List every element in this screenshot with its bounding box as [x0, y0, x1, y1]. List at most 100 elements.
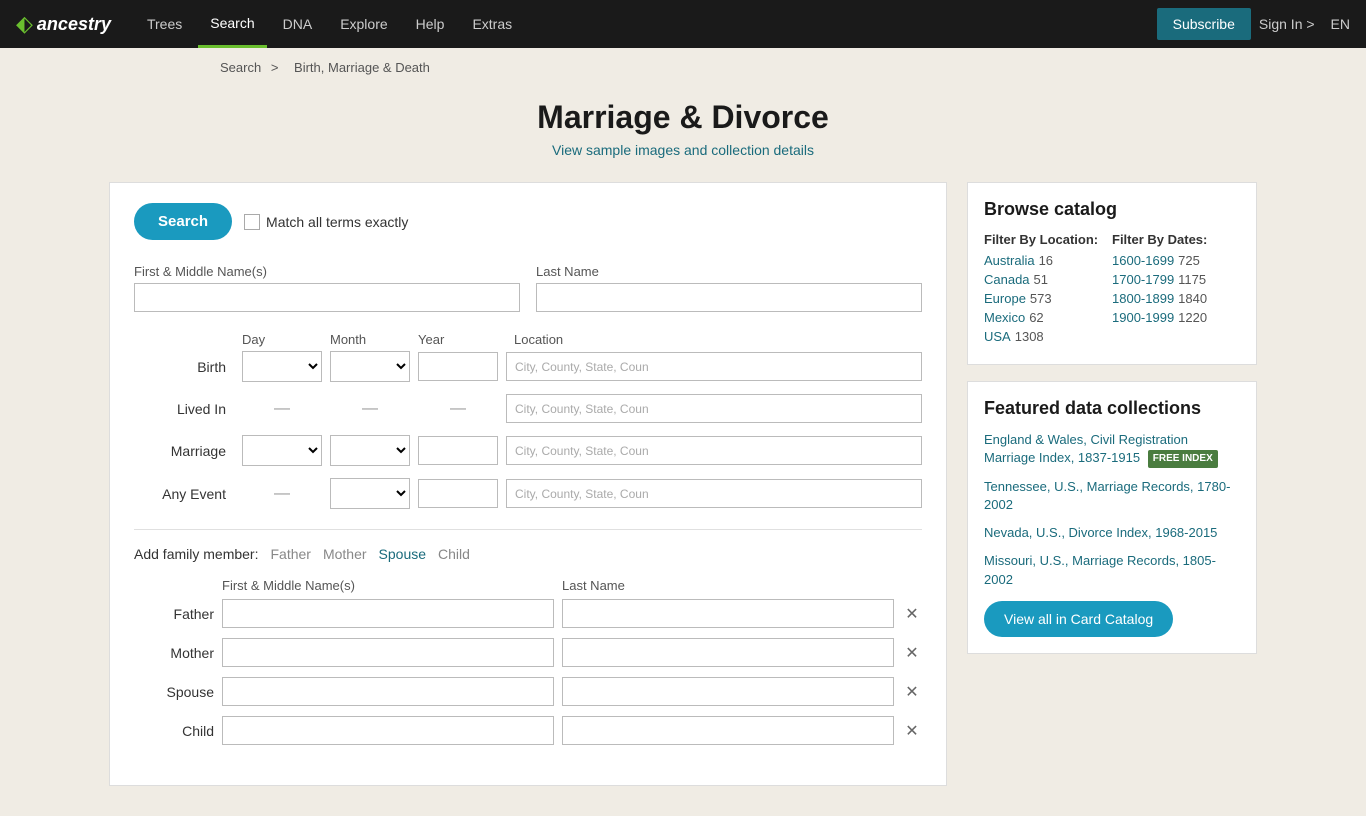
catalog-title: Browse catalog — [984, 199, 1240, 220]
any-event-location-input[interactable] — [506, 479, 922, 508]
spouse-last-name-input[interactable] — [562, 677, 894, 706]
subscribe-button[interactable]: Subscribe — [1157, 8, 1251, 40]
birth-month-select[interactable] — [330, 351, 410, 382]
language-selector[interactable]: EN — [1331, 16, 1350, 32]
filter-1700s-count: 1175 — [1178, 272, 1206, 287]
marriage-day-select[interactable] — [242, 435, 322, 466]
filter-1900s-link[interactable]: 1900-1999 — [1112, 310, 1174, 325]
birth-field-row: Birth — [134, 351, 922, 382]
page-subtitle-link[interactable]: View sample images and collection detail… — [552, 142, 814, 158]
mother-remove-button[interactable]: ✕ — [902, 643, 922, 663]
last-name-input[interactable] — [536, 283, 922, 312]
lived-in-label: Lived In — [134, 401, 234, 417]
filter-australia-count: 16 — [1039, 253, 1053, 268]
family-section: Add family member: Father Mother Spouse … — [134, 529, 922, 745]
child-last-name-input[interactable] — [562, 716, 894, 745]
filter-europe: Europe 573 — [984, 291, 1112, 306]
featured-item-1: Tennessee, U.S., Marriage Records, 1780-… — [984, 478, 1240, 514]
match-exactly-label[interactable]: Match all terms exactly — [244, 214, 408, 230]
birth-year-input[interactable] — [418, 352, 498, 381]
page-title: Marriage & Divorce — [0, 99, 1366, 136]
any-event-year-input[interactable] — [418, 479, 498, 508]
breadcrumb-current: Birth, Marriage & Death — [294, 60, 430, 75]
family-link-father[interactable]: Father — [270, 546, 310, 562]
mother-first-name-input[interactable] — [222, 638, 554, 667]
nav-right: Subscribe Sign In > EN — [1157, 8, 1350, 40]
view-catalog-button[interactable]: View all in Card Catalog — [984, 601, 1173, 637]
father-last-name-input[interactable] — [562, 599, 894, 628]
filter-1800s-link[interactable]: 1800-1899 — [1112, 291, 1174, 306]
filter-mexico-link[interactable]: Mexico — [984, 310, 1025, 325]
nav-dna[interactable]: DNA — [271, 0, 325, 48]
lived-in-location-input[interactable] — [506, 394, 922, 423]
filter-1900s-count: 1220 — [1178, 310, 1207, 325]
right-panel: Browse catalog Filter By Location: Austr… — [967, 182, 1257, 786]
family-row-father: Father ✕ — [134, 599, 922, 628]
match-exactly-checkbox[interactable] — [244, 214, 260, 230]
marriage-label: Marriage — [134, 443, 234, 459]
match-exactly-text: Match all terms exactly — [266, 214, 408, 230]
signin-link[interactable]: Sign In > — [1259, 16, 1315, 32]
filter-europe-link[interactable]: Europe — [984, 291, 1026, 306]
featured-link-3[interactable]: Missouri, U.S., Marriage Records, 1805-2… — [984, 553, 1216, 586]
lived-in-dash-1: — — [242, 400, 322, 418]
first-name-input[interactable] — [134, 283, 520, 312]
filter-1600s-count: 725 — [1178, 253, 1200, 268]
nav-search[interactable]: Search — [198, 0, 266, 48]
filter-dates-title: Filter By Dates: — [1112, 232, 1240, 247]
any-event-month-select[interactable] — [330, 478, 410, 509]
child-remove-button[interactable]: ✕ — [902, 721, 922, 741]
breadcrumb-search[interactable]: Search — [220, 60, 261, 75]
filter-1900s: 1900-1999 1220 — [1112, 310, 1240, 325]
featured-link-2[interactable]: Nevada, U.S., Divorce Index, 1968-2015 — [984, 525, 1217, 540]
any-event-label: Any Event — [134, 486, 234, 502]
featured-link-0[interactable]: England & Wales, Civil Registration Marr… — [984, 432, 1218, 465]
child-first-name-input[interactable] — [222, 716, 554, 745]
spouse-remove-button[interactable]: ✕ — [902, 682, 922, 702]
birth-location-input[interactable] — [506, 352, 922, 381]
family-link-mother[interactable]: Mother — [323, 546, 367, 562]
birth-day-select[interactable] — [242, 351, 322, 382]
family-header: Add family member: Father Mother Spouse … — [134, 546, 922, 562]
filter-1800s: 1800-1899 1840 — [1112, 291, 1240, 306]
filter-usa-link[interactable]: USA — [984, 329, 1011, 344]
family-link-child[interactable]: Child — [438, 546, 470, 562]
featured-item-0: England & Wales, Civil Registration Marr… — [984, 431, 1240, 468]
fields-column-headers: Day Month Year Location — [134, 332, 922, 347]
lived-in-field-row: Lived In — — — — [134, 394, 922, 423]
family-names-header: First & Middle Name(s) Last Name — [134, 578, 922, 593]
last-name-label: Last Name — [536, 264, 922, 279]
main-layout: Search Match all terms exactly First & M… — [93, 166, 1273, 816]
nav-links: Trees Search DNA Explore Help Extras — [135, 0, 1157, 48]
filter-1600s: 1600-1699 725 — [1112, 253, 1240, 268]
marriage-field-row: Marriage — [134, 435, 922, 466]
nav-help[interactable]: Help — [404, 0, 457, 48]
nav-trees[interactable]: Trees — [135, 0, 194, 48]
filter-usa: USA 1308 — [984, 329, 1112, 344]
filter-1700s: 1700-1799 1175 — [1112, 272, 1240, 287]
main-nav: ⬖ ancestry Trees Search DNA Explore Help… — [0, 0, 1366, 48]
logo[interactable]: ⬖ ancestry — [16, 11, 111, 37]
mother-last-name-input[interactable] — [562, 638, 894, 667]
filter-australia-link[interactable]: Australia — [984, 253, 1035, 268]
search-button[interactable]: Search — [134, 203, 232, 240]
filter-location-title: Filter By Location: — [984, 232, 1112, 247]
family-link-spouse[interactable]: Spouse — [379, 546, 426, 562]
marriage-month-select[interactable] — [330, 435, 410, 466]
father-first-name-input[interactable] — [222, 599, 554, 628]
featured-link-1[interactable]: Tennessee, U.S., Marriage Records, 1780-… — [984, 479, 1230, 512]
spouse-first-name-input[interactable] — [222, 677, 554, 706]
filter-usa-count: 1308 — [1015, 329, 1044, 344]
first-name-group: First & Middle Name(s) — [134, 264, 520, 312]
filter-1600s-link[interactable]: 1600-1699 — [1112, 253, 1174, 268]
marriage-location-input[interactable] — [506, 436, 922, 465]
nav-extras[interactable]: Extras — [460, 0, 524, 48]
filter-canada-link[interactable]: Canada — [984, 272, 1030, 287]
nav-explore[interactable]: Explore — [328, 0, 399, 48]
mother-label: Mother — [134, 645, 214, 661]
father-remove-button[interactable]: ✕ — [902, 604, 922, 624]
marriage-year-input[interactable] — [418, 436, 498, 465]
child-label: Child — [134, 723, 214, 739]
filter-1700s-link[interactable]: 1700-1799 — [1112, 272, 1174, 287]
catalog-filters: Filter By Location: Australia 16 Canada … — [984, 232, 1240, 348]
